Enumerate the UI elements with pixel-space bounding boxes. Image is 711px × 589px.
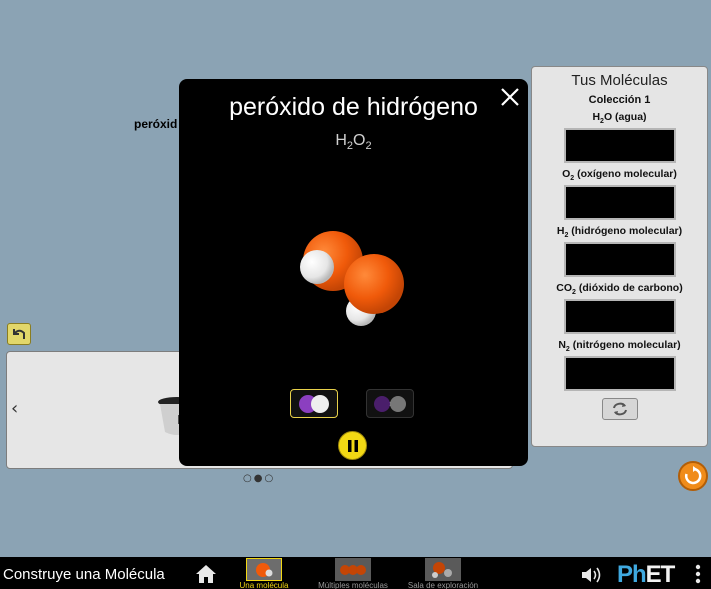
multiple-molecules-icon <box>340 564 366 575</box>
collection-slot[interactable] <box>563 356 676 391</box>
close-icon[interactable] <box>499 86 521 108</box>
collection-item: O2 (oxígeno molecular) <box>532 166 707 220</box>
menu-icon[interactable] <box>695 563 701 585</box>
reset-all-button[interactable] <box>678 461 708 491</box>
screen-tab-multiple-molecules[interactable]: Múltiples moléculas <box>310 557 396 589</box>
undo-icon <box>13 329 25 339</box>
collection-item-label: H2 (hidrógeno molecular) <box>556 225 683 240</box>
ball-and-stick-icon <box>374 395 406 412</box>
screen-tab-one-molecule[interactable]: Una molécula <box>234 557 294 589</box>
exploration-icon <box>432 561 452 578</box>
collection-subtitle: Colección 1 <box>588 94 651 106</box>
sound-icon[interactable] <box>580 566 604 584</box>
phet-logo[interactable]: PhET <box>617 561 675 589</box>
collection-slot[interactable] <box>563 242 676 277</box>
single-molecule-icon <box>256 562 273 577</box>
molecule-dialog: peróxido de hidrógeno H2O2 <box>179 79 528 466</box>
reset-icon <box>684 466 702 485</box>
background-molecule-label: peróxid <box>134 117 178 131</box>
screen-thumbnail <box>335 558 371 581</box>
collection-item: H2 (hidrógeno molecular) <box>532 223 707 277</box>
pause-button[interactable] <box>338 431 367 460</box>
collection-item-label: N2 (nitrógeno molecular) <box>558 339 681 354</box>
refresh-icon <box>612 402 627 416</box>
molecule-3d-view[interactable] <box>297 225 407 335</box>
navigation-bar: Construye una Molécula Una molécula Múlt… <box>0 557 711 589</box>
collection-item: CO2 (dióxido de carbono) <box>532 280 707 334</box>
pause-icon <box>347 439 358 452</box>
app-title: Construye una Molécula <box>3 566 165 583</box>
screen-label: Múltiples moléculas <box>318 581 388 589</box>
screen-tab-exploration-room[interactable]: Sala de exploración <box>400 557 486 589</box>
collection-panel: Tus Moléculas Colección 1 H2O (agua) O2 … <box>531 66 708 447</box>
dialog-formula: H2O2 <box>335 132 372 153</box>
collection-item: N2 (nitrógeno molecular) <box>532 337 707 391</box>
collection-slot[interactable] <box>563 299 676 334</box>
collection-slot[interactable] <box>563 185 676 220</box>
dialog-title: peróxido de hidrógeno <box>229 93 478 121</box>
space-filling-view-button[interactable] <box>290 389 338 418</box>
kit-page-indicator: ○●○ <box>243 473 276 484</box>
collection-title: Tus Moléculas <box>571 72 668 89</box>
screen-thumbnail <box>246 558 282 581</box>
screen-label: Una molécula <box>239 581 289 589</box>
space-filling-icon <box>299 394 329 413</box>
screen-thumbnail <box>425 558 461 581</box>
collection-item-label: CO2 (dióxido de carbono) <box>556 282 683 297</box>
screen-label: Sala de exploración <box>407 581 479 589</box>
collection-item-label: O2 (oxígeno molecular) <box>562 168 677 183</box>
collection-item-label: H2O (agua) <box>592 111 647 126</box>
home-icon[interactable] <box>195 564 217 584</box>
collection-slot[interactable] <box>563 128 676 163</box>
collection-reset-button[interactable] <box>601 398 638 420</box>
collection-item: H2O (agua) <box>532 109 707 163</box>
ball-and-stick-view-button[interactable] <box>366 389 414 418</box>
kit-previous-arrow[interactable]: ‹ <box>11 398 18 419</box>
undo-button[interactable] <box>7 323 31 345</box>
